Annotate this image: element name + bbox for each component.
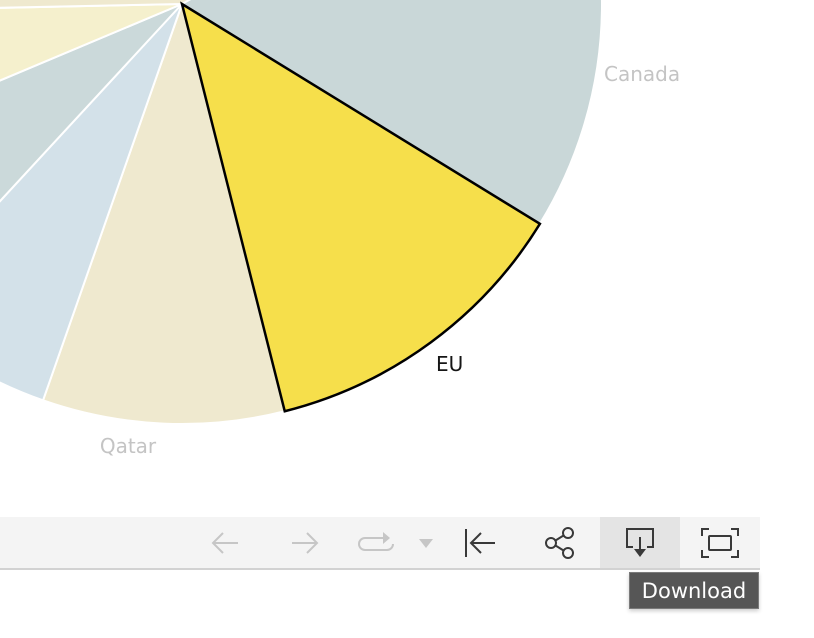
redo-button[interactable] (265, 517, 345, 568)
fullscreen-icon (701, 527, 739, 558)
arrow-left-icon (211, 531, 238, 554)
replay-icon (358, 531, 394, 551)
slice-label-eu: EU (436, 352, 463, 376)
share-button[interactable] (520, 517, 600, 568)
chart-toolbar (0, 517, 760, 570)
download-button[interactable] (600, 517, 680, 568)
arrow-right-icon (292, 531, 319, 554)
download-tooltip: Download (629, 572, 759, 609)
pie-chart: Canada EU Qatar (0, 0, 680, 458)
arrow-to-start-icon (465, 528, 495, 557)
share-icon (545, 526, 574, 559)
undo-button[interactable] (185, 517, 265, 568)
replay-button[interactable] (336, 517, 416, 568)
reset-button[interactable] (440, 517, 520, 568)
slice-label-qatar: Qatar (100, 434, 157, 458)
caret-down-icon (419, 538, 433, 548)
replay-dropdown[interactable] (410, 517, 442, 568)
fullscreen-button[interactable] (680, 517, 760, 568)
slice-label-canada: Canada (604, 62, 680, 86)
download-icon (626, 527, 654, 557)
